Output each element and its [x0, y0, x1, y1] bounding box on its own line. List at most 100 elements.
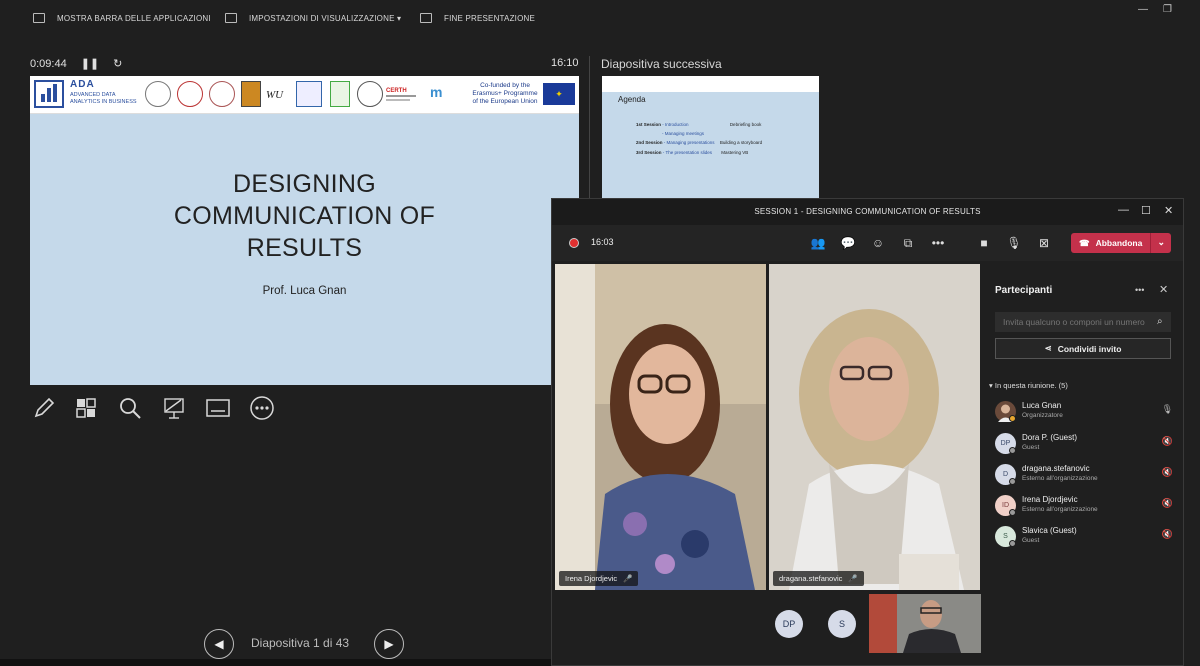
participant-avatar[interactable]: DP — [775, 610, 803, 638]
previous-slide-button[interactable]: ◀ — [204, 629, 234, 659]
mic-off-icon: 🎤 — [623, 574, 633, 583]
participant-name: dragana.stefanovic — [1022, 464, 1090, 473]
search-icon[interactable]: ⌕ — [1157, 316, 1163, 327]
microphone-icon[interactable]: 🎙 — [1006, 235, 1022, 251]
leave-label: Abbandona — [1095, 238, 1143, 248]
minimize-icon[interactable]: — — [1118, 204, 1129, 216]
display-settings-button[interactable]: IMPOSTAZIONI DI VISUALIZZAZIONE ▾ — [225, 13, 401, 23]
zoom-icon[interactable] — [116, 394, 144, 422]
ada-logo-subtitle: ADVANCED DATA ANALYTICS IN BUSINESS — [70, 92, 137, 105]
participant-item[interactable]: Luca Gnan Organizzatore 🎙 — [995, 398, 1175, 426]
status-badge — [1009, 415, 1016, 422]
video-tile-dragana[interactable]: dragana.stefanovic 🎤 — [769, 264, 980, 590]
windows-taskbar — [0, 659, 551, 666]
panel-more-icon[interactable]: ••• — [1135, 285, 1144, 295]
ada-logo-title: ADA — [70, 79, 95, 90]
subtitles-icon[interactable] — [204, 394, 232, 422]
camera-icon[interactable]: ■ — [976, 235, 992, 251]
display-settings-icon — [225, 13, 237, 23]
share-screen-icon[interactable]: ⊠ — [1036, 235, 1052, 251]
all-slides-icon[interactable] — [72, 394, 100, 422]
participant-role: Guest — [1022, 537, 1040, 544]
reactions-icon[interactable]: ☺ — [870, 235, 886, 251]
participant-name: Irena Djordjevic — [1022, 495, 1078, 504]
chevron-down-icon[interactable]: ⌄ — [1157, 237, 1165, 248]
show-taskbar-button[interactable]: MOSTRA BARRA DELLE APPLICAZIONI — [33, 13, 211, 23]
mic-off-icon[interactable]: 🔇 — [1162, 529, 1173, 540]
presenter-top-bar: MOSTRA BARRA DELLE APPLICAZIONI IMPOSTAZ… — [0, 0, 1200, 40]
end-presentation-icon — [420, 13, 432, 23]
agenda-line: 1st Session - Introduction Debriefing bo… — [636, 122, 762, 127]
slide-title: DESIGNING COMMUNICATION OF RESULTS — [30, 168, 579, 264]
participants-panel: Partecipanti ••• ✕ ⌕ ⋖ Condividi invito … — [983, 263, 1183, 665]
phone-hangup-icon: ☎ — [1079, 237, 1090, 248]
participants-icon[interactable]: 👥 — [810, 235, 826, 251]
section-label: In questa riunione. (5) — [994, 381, 1068, 390]
teams-window-title: SESSION 1 - DESIGNING COMMUNICATION OF R… — [754, 207, 981, 216]
pause-icon[interactable]: ❚❚ — [81, 57, 99, 70]
leave-meeting-button[interactable]: ☎ Abbandona ⌄ — [1071, 233, 1171, 253]
mic-off-icon[interactable]: 🔇 — [1162, 467, 1173, 478]
participant-item[interactable]: D dragana.stefanovic Esterno all'organiz… — [995, 461, 1175, 489]
panel-title: Partecipanti — [995, 285, 1053, 296]
mic-off-icon[interactable]: 🔇 — [1162, 498, 1173, 509]
status-badge — [1009, 447, 1016, 454]
arrow-left-icon: ◀ — [214, 637, 224, 651]
teams-title-bar: SESSION 1 - DESIGNING COMMUNICATION OF R… — [552, 199, 1183, 225]
video-tile-irena[interactable]: Irena Djordjevic 🎤 — [555, 264, 766, 590]
recording-icon — [569, 238, 579, 248]
participant-item[interactable]: DP Dora P. (Guest) Guest 🔇 — [995, 430, 1175, 458]
teams-meeting-window: SESSION 1 - DESIGNING COMMUNICATION OF R… — [551, 198, 1184, 666]
svg-text:CERTH: CERTH — [386, 88, 407, 94]
mic-on-icon[interactable]: 🎙 — [1162, 404, 1173, 415]
participant-video-feed — [555, 264, 766, 590]
current-slide[interactable]: ADA ADVANCED DATA ANALYTICS IN BUSINESS … — [30, 76, 579, 385]
eisti-logo-icon — [296, 81, 322, 107]
leave-split-divider — [1150, 233, 1151, 253]
self-video-feed — [869, 594, 981, 653]
show-taskbar-label: MOSTRA BARRA DELLE APPLICAZIONI — [57, 13, 211, 23]
certh-logo-icon: CERTH — [386, 81, 420, 107]
next-slide-logo-banner — [602, 76, 819, 92]
status-badge — [1009, 540, 1016, 547]
restore-icon[interactable]: ❐ — [1163, 4, 1172, 15]
share-invite-label: Condividi invito — [1057, 343, 1122, 354]
cofund-text: Co-funded by the Erasmus+ Programme of t… — [472, 82, 538, 105]
invite-input[interactable] — [995, 312, 1171, 332]
more-actions-icon[interactable]: ••• — [930, 235, 946, 251]
agenda-line: 2nd Session - Managing presentations Bui… — [636, 140, 763, 145]
in-meeting-section[interactable]: ▾ In questa riunione. (5) — [989, 381, 1068, 390]
next-slide-button[interactable]: ▶ — [374, 629, 404, 659]
maximize-icon[interactable]: ☐ — [1141, 204, 1151, 217]
participant-name: Luca Gnan — [1022, 401, 1062, 410]
status-badge — [1009, 509, 1016, 516]
minimize-icon[interactable]: — — [1138, 4, 1148, 15]
university-seal-icon — [209, 81, 235, 107]
pen-tool-icon[interactable] — [30, 394, 58, 422]
more-options-icon[interactable] — [248, 394, 276, 422]
participant-item[interactable]: ID Irena Djordjevic Esterno all'organizz… — [995, 492, 1175, 520]
university-seal-icon — [145, 81, 171, 107]
share-invite-button[interactable]: ⋖ Condividi invito — [995, 338, 1171, 359]
taskbar-icon — [33, 13, 45, 23]
participant-avatar[interactable]: S — [828, 610, 856, 638]
close-icon[interactable]: ✕ — [1164, 204, 1173, 217]
laser-pointer-icon[interactable] — [160, 394, 188, 422]
next-slide-preview[interactable]: Agenda 1st Session - Introduction Debrie… — [602, 76, 819, 198]
current-time: 16:10 — [551, 57, 579, 69]
self-video-tile[interactable] — [869, 594, 981, 653]
end-presentation-label: FINE PRESENTAZIONE — [444, 13, 536, 23]
end-presentation-button[interactable]: FINE PRESENTAZIONE — [420, 13, 535, 23]
chat-icon[interactable]: 💬 — [840, 235, 856, 251]
ada-logo-icon — [34, 80, 64, 108]
reset-timer-icon[interactable]: ↻ — [113, 57, 122, 70]
participant-item[interactable]: S Slavica (Guest) Guest 🔇 — [995, 523, 1175, 551]
slide-title-line: RESULTS — [246, 234, 363, 262]
mic-off-icon[interactable]: 🔇 — [1162, 436, 1173, 447]
rooms-icon[interactable]: ⧉ — [900, 235, 916, 251]
svg-text:m: m — [430, 84, 442, 100]
participant-name: Slavica (Guest) — [1022, 526, 1077, 535]
crest-icon — [241, 81, 261, 107]
slide-logo-banner: ADA ADVANCED DATA ANALYTICS IN BUSINESS … — [30, 76, 579, 114]
close-panel-icon[interactable]: ✕ — [1159, 283, 1168, 296]
